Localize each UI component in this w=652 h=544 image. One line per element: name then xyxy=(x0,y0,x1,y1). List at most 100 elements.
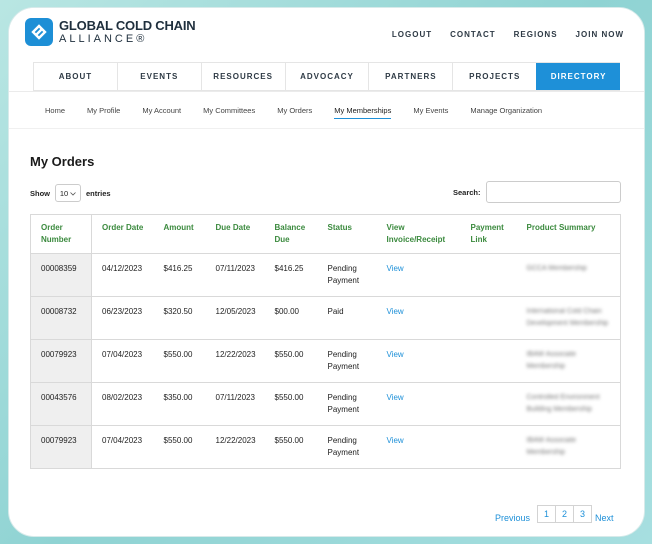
subnav-my-committees[interactable]: My Committees xyxy=(203,106,255,119)
table-row: 00079923 07/04/2023 $550.00 12/22/2023 $… xyxy=(30,425,621,469)
product-summary: IBAW Associate Membership xyxy=(516,339,621,383)
due-date: 12/22/2023 xyxy=(205,425,265,469)
status: Pending Payment xyxy=(317,382,377,426)
join-now-link[interactable]: JOIN NOW xyxy=(576,30,624,39)
subnav-manage-organization[interactable]: Manage Organization xyxy=(470,106,542,119)
amount: $320.50 xyxy=(153,296,206,340)
subnav-my-profile[interactable]: My Profile xyxy=(87,106,120,119)
logout-link[interactable]: LOGOUT xyxy=(392,30,432,39)
order-date: 08/02/2023 xyxy=(91,382,154,426)
sub-nav: Home My Profile My Account My Committees… xyxy=(45,106,542,119)
balance-due: $416.25 xyxy=(264,253,318,297)
view-link[interactable]: View xyxy=(387,436,404,445)
brand-name: GLOBAL COLD CHAIN xyxy=(59,17,196,33)
subnav-my-account[interactable]: My Account xyxy=(142,106,181,119)
col-view-invoice[interactable]: View Invoice/Receipt xyxy=(376,214,461,254)
search-input[interactable] xyxy=(485,181,621,203)
divider xyxy=(9,128,644,129)
table-search: Search: xyxy=(453,181,621,203)
table-row: 00043576 08/02/2023 $350.00 07/11/2023 $… xyxy=(30,382,621,426)
view-cell: View xyxy=(376,382,461,426)
nav-projects[interactable]: PROJECTS xyxy=(452,63,536,90)
view-cell: View xyxy=(376,425,461,469)
page-title: My Orders xyxy=(30,154,95,169)
payment-link xyxy=(460,296,517,340)
divider xyxy=(9,91,644,92)
page-3-button[interactable]: 3 xyxy=(573,505,593,523)
subnav-my-events[interactable]: My Events xyxy=(413,106,448,119)
view-cell: View xyxy=(376,296,461,340)
search-label: Search: xyxy=(453,187,481,197)
amount: $350.00 xyxy=(153,382,206,426)
col-due-date[interactable]: Due Date xyxy=(205,214,265,254)
subnav-home[interactable]: Home xyxy=(45,106,65,119)
product-summary: GCCA Membership xyxy=(516,253,621,297)
subnav-my-orders[interactable]: My Orders xyxy=(277,106,312,119)
order-number: 00008732 xyxy=(30,296,92,340)
header: GLOBAL COLD CHAIN ALLIANCE® LOGOUT CONTA… xyxy=(9,8,644,63)
col-product-summary[interactable]: Product Summary xyxy=(516,214,621,254)
col-order-number[interactable]: Order Number xyxy=(30,214,92,254)
col-balance-due[interactable]: Balance Due xyxy=(264,214,318,254)
col-payment-link[interactable]: Payment Link xyxy=(460,214,517,254)
col-amount[interactable]: Amount xyxy=(153,214,206,254)
due-date: 07/11/2023 xyxy=(205,253,265,297)
nav-resources[interactable]: RESOURCES xyxy=(200,63,285,90)
nav-events[interactable]: EVENTS xyxy=(116,63,201,90)
entries-value: 10 xyxy=(59,188,69,198)
balance-due: $00.00 xyxy=(264,296,318,340)
payment-link xyxy=(460,425,517,469)
status: Paid xyxy=(317,296,377,340)
order-number: 00008359 xyxy=(30,253,92,297)
table-header-row: Order Number Order Date Amount Due Date … xyxy=(30,214,621,254)
product-summary: Controlled Environment Building Membersh… xyxy=(516,382,621,426)
nav-about[interactable]: ABOUT xyxy=(33,63,117,90)
previous-button[interactable]: Previous xyxy=(495,501,530,523)
balance-due: $550.00 xyxy=(264,382,318,426)
page-1-button[interactable]: 1 xyxy=(537,505,557,523)
utility-nav: LOGOUT CONTACT REGIONS JOIN NOW xyxy=(392,30,624,39)
entries-select[interactable]: 10 xyxy=(55,184,81,202)
amount: $550.00 xyxy=(153,339,206,383)
order-date: 04/12/2023 xyxy=(91,253,154,297)
status: Pending Payment xyxy=(317,339,377,383)
main-nav: ABOUT EVENTS RESOURCES ADVOCACY PARTNERS… xyxy=(33,62,621,91)
next-button[interactable]: Next xyxy=(595,501,614,523)
order-date: 06/23/2023 xyxy=(91,296,154,340)
table-row: 00008732 06/23/2023 $320.50 12/05/2023 $… xyxy=(30,296,621,340)
view-link[interactable]: View xyxy=(387,264,404,273)
brand-subname: ALLIANCE® xyxy=(59,32,148,45)
contact-link[interactable]: CONTACT xyxy=(450,30,496,39)
view-link[interactable]: View xyxy=(387,393,404,402)
status: Pending Payment xyxy=(317,253,377,297)
entries-length-control: Show 10 entries xyxy=(30,184,111,202)
col-status[interactable]: Status xyxy=(317,214,377,254)
amount: $550.00 xyxy=(153,425,206,469)
pagination: Previous 1 2 3 Next xyxy=(495,501,614,523)
product-summary: International Cold Chain Development Mem… xyxy=(516,296,621,340)
nav-partners[interactable]: PARTNERS xyxy=(368,63,452,90)
view-cell: View xyxy=(376,253,461,297)
order-date: 07/04/2023 xyxy=(91,425,154,469)
order-date: 07/04/2023 xyxy=(91,339,154,383)
col-order-date[interactable]: Order Date xyxy=(91,214,154,254)
table-row: 00079923 07/04/2023 $550.00 12/22/2023 $… xyxy=(30,339,621,383)
regions-link[interactable]: REGIONS xyxy=(514,30,558,39)
order-number: 00079923 xyxy=(30,339,92,383)
due-date: 07/11/2023 xyxy=(205,382,265,426)
payment-link xyxy=(460,339,517,383)
nav-advocacy[interactable]: ADVOCACY xyxy=(284,63,369,90)
balance-due: $550.00 xyxy=(264,339,318,383)
payment-link xyxy=(460,253,517,297)
amount: $416.25 xyxy=(153,253,206,297)
view-link[interactable]: View xyxy=(387,307,404,316)
view-cell: View xyxy=(376,339,461,383)
order-number: 00043576 xyxy=(30,382,92,426)
nav-directory[interactable]: DIRECTORY xyxy=(536,63,621,90)
payment-link xyxy=(460,382,517,426)
subnav-my-memberships[interactable]: My Memberships xyxy=(334,106,392,119)
page-2-button[interactable]: 2 xyxy=(555,505,575,523)
entries-label: entries xyxy=(86,188,111,198)
view-link[interactable]: View xyxy=(387,350,404,359)
site-logo[interactable]: GLOBAL COLD CHAIN ALLIANCE® xyxy=(25,17,196,46)
